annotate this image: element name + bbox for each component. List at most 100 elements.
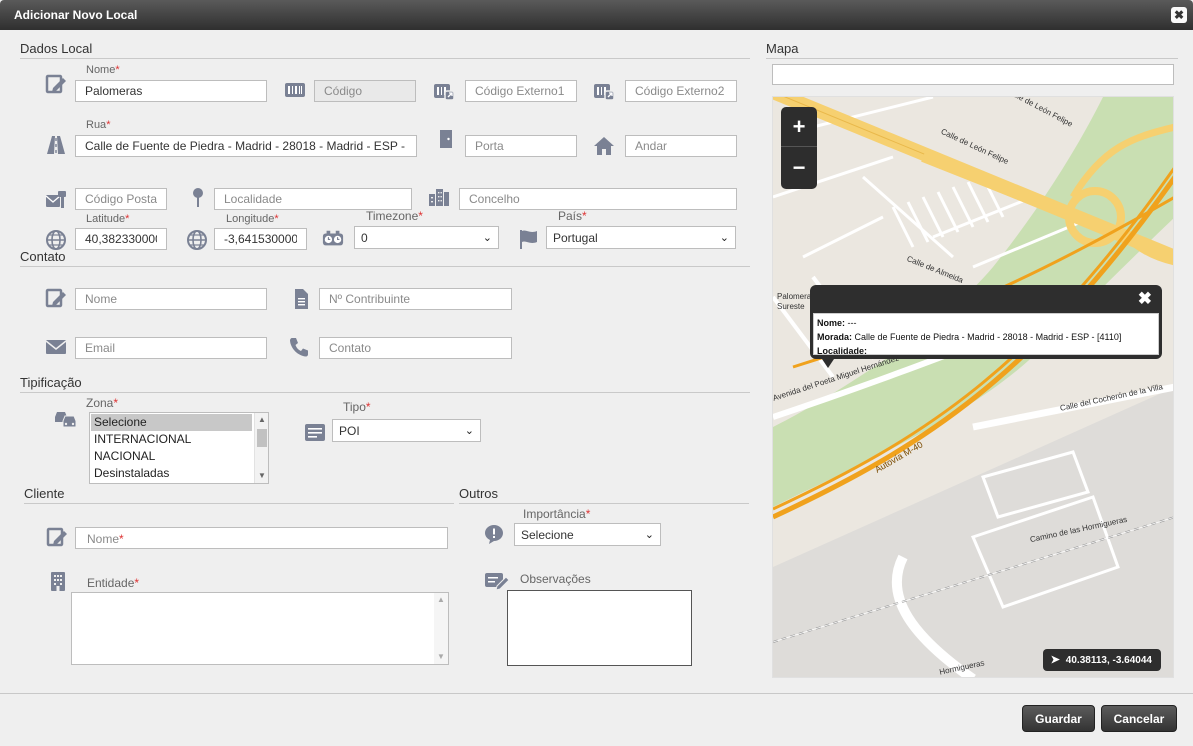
cliente-nome-placeholder: Nome*: [87, 532, 124, 546]
divider: [20, 58, 750, 59]
divider: [0, 693, 1193, 694]
scrollbar[interactable]: ▲ ▼: [434, 593, 448, 664]
importancia-value: Selecione: [521, 528, 574, 542]
window-title: Adicionar Novo Local: [14, 8, 138, 22]
cliente-nome-input[interactable]: Nome*: [75, 527, 448, 549]
window-titlebar: Adicionar Novo Local ✖: [0, 0, 1193, 30]
list-item[interactable]: Selecione: [91, 414, 252, 431]
list-item[interactable]: INTERNACIONAL: [91, 431, 252, 448]
codigo-externo2-input[interactable]: [625, 80, 737, 102]
codigo-postal-input[interactable]: [75, 188, 167, 210]
edit-icon: [45, 287, 67, 309]
chevron-down-icon: ⌄: [482, 232, 492, 244]
concelho-input[interactable]: [459, 188, 737, 210]
globe-icon: [45, 229, 67, 251]
road-icon: [45, 134, 67, 156]
zona-listbox[interactable]: Selecione INTERNACIONAL NACIONAL Desinst…: [89, 412, 269, 484]
chevron-down-icon: ⌄: [464, 425, 474, 437]
pais-label: País*: [558, 209, 587, 223]
pais-value: Portugal: [553, 231, 598, 245]
popup-nome-row: Nome: ---: [817, 318, 857, 328]
phone-icon: [288, 336, 310, 358]
nome-input[interactable]: [75, 80, 267, 102]
clock-icon: [322, 228, 344, 250]
popup-content: Nome: --- Morada: Calle de Fuente de Pie…: [813, 313, 1159, 356]
email-icon: [45, 336, 67, 358]
contato-input[interactable]: [319, 337, 512, 359]
document-icon: [290, 288, 312, 310]
section-mapa: Mapa: [766, 41, 799, 56]
chevron-down-icon: ⌄: [644, 529, 654, 541]
divider: [24, 503, 454, 504]
map-tiles: [773, 97, 1173, 677]
codigo-input[interactable]: [314, 80, 416, 102]
observacoes-textarea[interactable]: [507, 590, 692, 666]
divider: [20, 266, 750, 267]
alert-bubble-icon: [483, 523, 505, 545]
importancia-select[interactable]: Selecione ⌄: [514, 523, 661, 546]
timezone-label: Timezone*: [366, 209, 423, 223]
section-cliente: Cliente: [24, 486, 65, 501]
door-icon: [435, 128, 457, 150]
map[interactable]: Calle de León Felipe Calle de León Felip…: [772, 96, 1174, 678]
divider: [459, 503, 749, 504]
tipo-select[interactable]: POI ⌄: [332, 419, 481, 442]
mailbox-icon: [45, 188, 67, 210]
timezone-value: 0: [361, 231, 368, 245]
contato-nome-input[interactable]: [75, 288, 267, 310]
pin-icon: [187, 186, 209, 208]
barcode-icon: [284, 79, 306, 101]
localidade-input[interactable]: [214, 188, 412, 210]
guardar-button[interactable]: Guardar: [1022, 705, 1095, 732]
timezone-select[interactable]: 0 ⌄: [354, 226, 499, 249]
section-tipificacao: Tipificação: [20, 375, 82, 390]
scroll-up-icon[interactable]: ▲: [434, 593, 448, 607]
andar-input[interactable]: [625, 135, 737, 157]
zoom-out-button[interactable]: −: [781, 148, 817, 188]
nome-label: Nome*: [86, 64, 120, 76]
cancelar-button[interactable]: Cancelar: [1101, 705, 1177, 732]
zoom-in-button[interactable]: +: [781, 107, 817, 147]
popup-tip: [822, 359, 834, 368]
list-item[interactable]: NACIONAL: [91, 448, 252, 465]
scroll-up-icon[interactable]: ▲: [255, 413, 268, 427]
porta-input[interactable]: [465, 135, 577, 157]
tipo-label: Tipo*: [343, 400, 371, 414]
importancia-label: Importância*: [523, 507, 591, 521]
email-input[interactable]: [75, 337, 267, 359]
zona-label: Zona*: [86, 396, 119, 410]
rua-input[interactable]: [75, 135, 417, 157]
popup-localidade-row: Localidade:: [817, 346, 868, 356]
scroll-down-icon[interactable]: ▼: [434, 650, 448, 664]
flag-icon: [518, 228, 540, 250]
barcode-external-icon: [433, 80, 455, 102]
map-popup: ✖ Nome: --- Morada: Calle de Fuente de P…: [810, 285, 1162, 368]
section-outros: Outros: [459, 486, 499, 501]
chevron-down-icon: ⌄: [719, 232, 729, 244]
scroll-down-icon[interactable]: ▼: [255, 469, 268, 483]
scrollbar[interactable]: ▲ ▼: [254, 413, 268, 483]
city-icon: [428, 186, 450, 208]
divider: [20, 392, 750, 393]
close-button[interactable]: ✖: [1171, 7, 1187, 23]
observacoes-label: Observações: [520, 572, 591, 586]
coordinates-badge[interactable]: ➤ 40.38113, -3.64044: [1042, 649, 1161, 671]
cars-icon: [53, 408, 81, 430]
list-item[interactable]: Desinstaladas: [91, 465, 252, 482]
popup-close-icon[interactable]: ✖: [1138, 289, 1152, 309]
entidade-textarea[interactable]: ▲ ▼: [71, 592, 449, 665]
note-edit-icon: [484, 569, 510, 591]
contribuinte-input[interactable]: [319, 288, 512, 310]
building-icon: [47, 570, 69, 592]
longitude-input[interactable]: [214, 228, 307, 250]
location-arrow-icon: ➤: [1050, 654, 1060, 666]
codigo-externo1-input[interactable]: [465, 80, 577, 102]
pais-select[interactable]: Portugal ⌄: [546, 226, 736, 249]
latitude-input[interactable]: [75, 228, 167, 250]
globe-icon: [186, 229, 208, 251]
divider: [766, 58, 1178, 59]
section-dados-local: Dados Local: [20, 41, 93, 56]
edit-icon: [46, 526, 68, 548]
scroll-thumb[interactable]: [257, 429, 267, 447]
map-search-input[interactable]: [772, 64, 1174, 85]
